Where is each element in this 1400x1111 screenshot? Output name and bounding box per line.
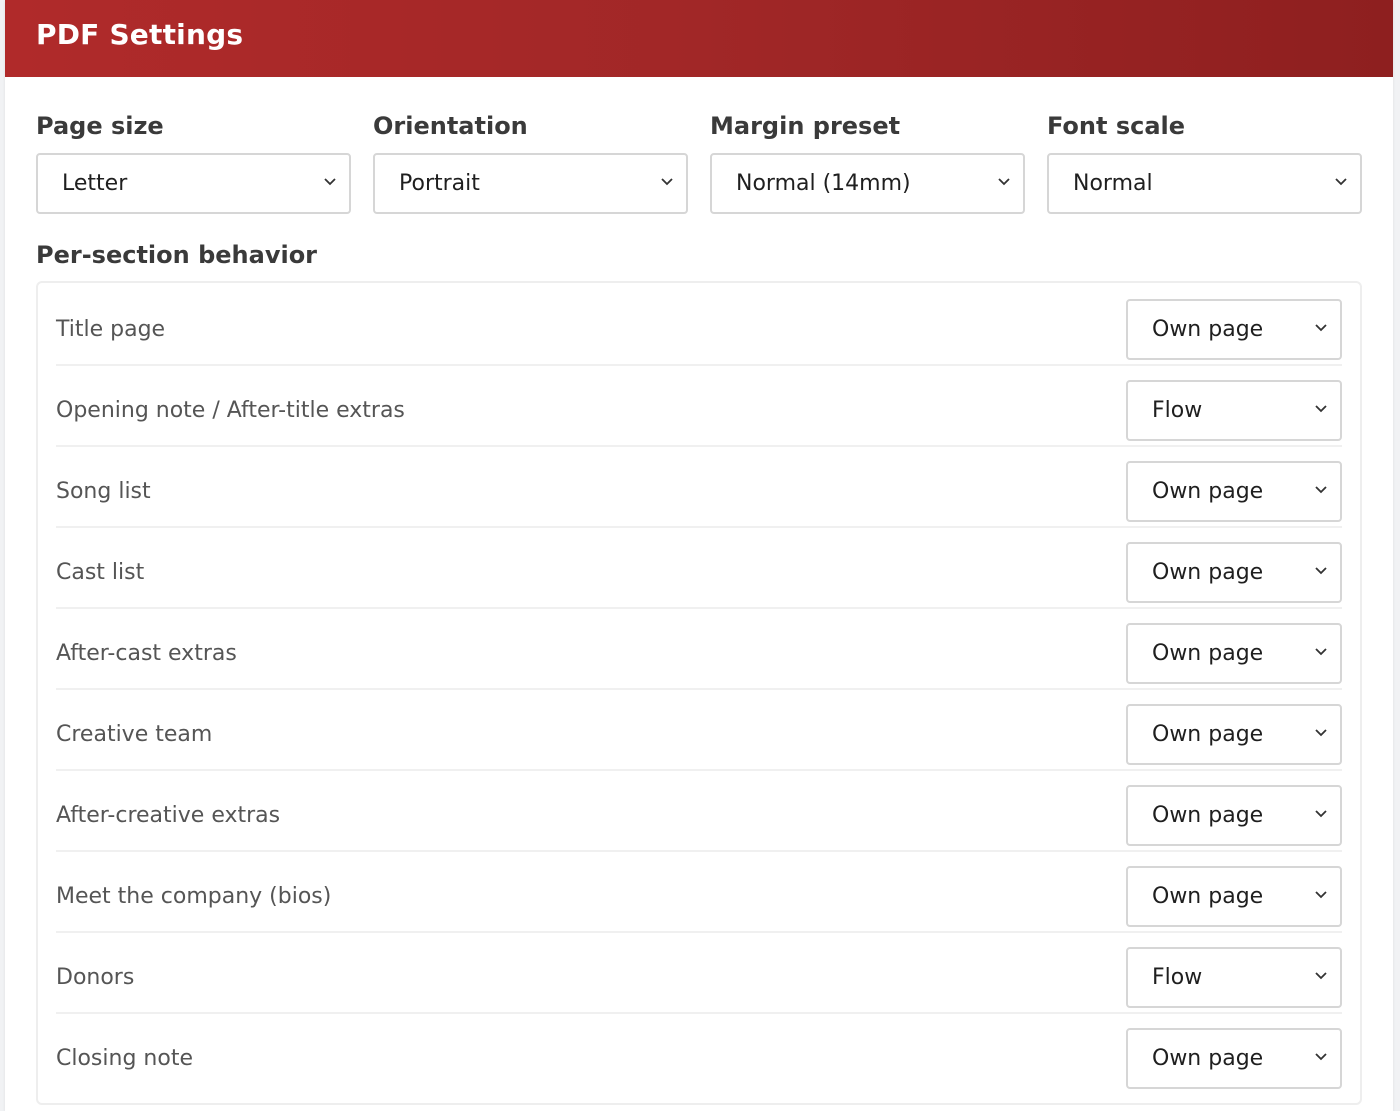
section-row-label: Meet the company (bios) xyxy=(56,884,332,909)
section-behavior-select[interactable]: Own page xyxy=(1126,704,1342,765)
section-behavior-value: Own page xyxy=(1152,641,1264,666)
chevron-down-icon xyxy=(1315,567,1327,575)
chevron-down-icon xyxy=(1315,324,1327,332)
section-row-label: Song list xyxy=(56,479,151,504)
chevron-down-icon xyxy=(1315,1053,1327,1061)
page-size-select[interactable]: Letter xyxy=(36,153,351,214)
orientation-select[interactable]: Portrait xyxy=(373,153,688,214)
orientation-field: Orientation Portrait xyxy=(373,106,688,214)
chevron-down-icon xyxy=(1315,648,1327,656)
margin-preset-value: Normal (14mm) xyxy=(736,171,911,196)
chevron-down-icon xyxy=(1335,178,1347,186)
font-scale-field: Font scale Normal xyxy=(1047,106,1362,214)
section-row-label: After-cast extras xyxy=(56,641,237,666)
section-row-cast-list: Cast list Own page xyxy=(56,528,1342,609)
section-row-after-creative-extras: After-creative extras Own page xyxy=(56,771,1342,852)
section-behavior-value: Own page xyxy=(1152,317,1264,342)
orientation-value: Portrait xyxy=(399,171,480,196)
section-behavior-value: Own page xyxy=(1152,803,1264,828)
chevron-down-icon xyxy=(324,178,336,186)
section-behavior-value: Own page xyxy=(1152,884,1264,909)
section-row-donors: Donors Flow xyxy=(56,933,1342,1014)
section-behavior-value: Flow xyxy=(1152,965,1203,990)
section-behavior-value: Own page xyxy=(1152,479,1264,504)
chevron-down-icon xyxy=(1315,729,1327,737)
section-behavior-select[interactable]: Own page xyxy=(1126,623,1342,684)
section-row-creative-team: Creative team Own page xyxy=(56,690,1342,771)
panel-title: PDF Settings xyxy=(36,18,244,51)
section-row-after-cast-extras: After-cast extras Own page xyxy=(56,609,1342,690)
section-row-label: Opening note / After-title extras xyxy=(56,398,405,423)
section-behavior-select[interactable]: Own page xyxy=(1126,542,1342,603)
section-row-opening-note: Opening note / After-title extras Flow xyxy=(56,366,1342,447)
margin-preset-select[interactable]: Normal (14mm) xyxy=(710,153,1025,214)
section-row-label: Creative team xyxy=(56,722,213,747)
chevron-down-icon xyxy=(661,178,673,186)
section-behavior-select[interactable]: Flow xyxy=(1126,380,1342,441)
section-row-label: Cast list xyxy=(56,560,145,585)
chevron-down-icon xyxy=(1315,405,1327,413)
section-row-title-page: Title page Own page xyxy=(56,285,1342,366)
section-behavior-value: Own page xyxy=(1152,722,1264,747)
per-section-list: Title page Own page Opening note / After… xyxy=(36,281,1362,1105)
margin-preset-label: Margin preset xyxy=(710,112,901,140)
section-behavior-select[interactable]: Own page xyxy=(1126,866,1342,927)
orientation-label: Orientation xyxy=(373,112,528,140)
section-row-closing-note: Closing note Own page xyxy=(56,1014,1342,1095)
section-behavior-select[interactable]: Own page xyxy=(1126,1028,1342,1089)
page-size-value: Letter xyxy=(62,171,128,196)
font-scale-select[interactable]: Normal xyxy=(1047,153,1362,214)
section-behavior-value: Own page xyxy=(1152,1046,1264,1071)
chevron-down-icon xyxy=(1315,486,1327,494)
section-behavior-select[interactable]: Own page xyxy=(1126,785,1342,846)
chevron-down-icon xyxy=(1315,891,1327,899)
section-behavior-select[interactable]: Own page xyxy=(1126,299,1342,360)
section-behavior-select[interactable]: Flow xyxy=(1126,947,1342,1008)
chevron-down-icon xyxy=(1315,810,1327,818)
font-scale-label: Font scale xyxy=(1047,112,1186,140)
section-behavior-value: Flow xyxy=(1152,398,1203,423)
section-row-label: After-creative extras xyxy=(56,803,281,828)
section-behavior-value: Own page xyxy=(1152,560,1264,585)
chevron-down-icon xyxy=(998,178,1010,186)
section-row-label: Donors xyxy=(56,965,135,990)
margin-preset-field: Margin preset Normal (14mm) xyxy=(710,106,1025,214)
section-row-song-list: Song list Own page xyxy=(56,447,1342,528)
font-scale-value: Normal xyxy=(1073,171,1153,196)
panel-header: PDF Settings xyxy=(5,0,1393,77)
page-size-field: Page size Letter xyxy=(36,106,351,214)
page-size-label: Page size xyxy=(36,112,164,140)
section-row-meet-the-company: Meet the company (bios) Own page xyxy=(56,852,1342,933)
section-row-label: Title page xyxy=(56,317,166,342)
pdf-settings-panel: PDF Settings Page size Letter Orientatio… xyxy=(5,0,1393,1111)
section-behavior-select[interactable]: Own page xyxy=(1126,461,1342,522)
per-section-heading: Per-section behavior xyxy=(36,241,318,269)
chevron-down-icon xyxy=(1315,972,1327,980)
section-row-label: Closing note xyxy=(56,1046,193,1071)
